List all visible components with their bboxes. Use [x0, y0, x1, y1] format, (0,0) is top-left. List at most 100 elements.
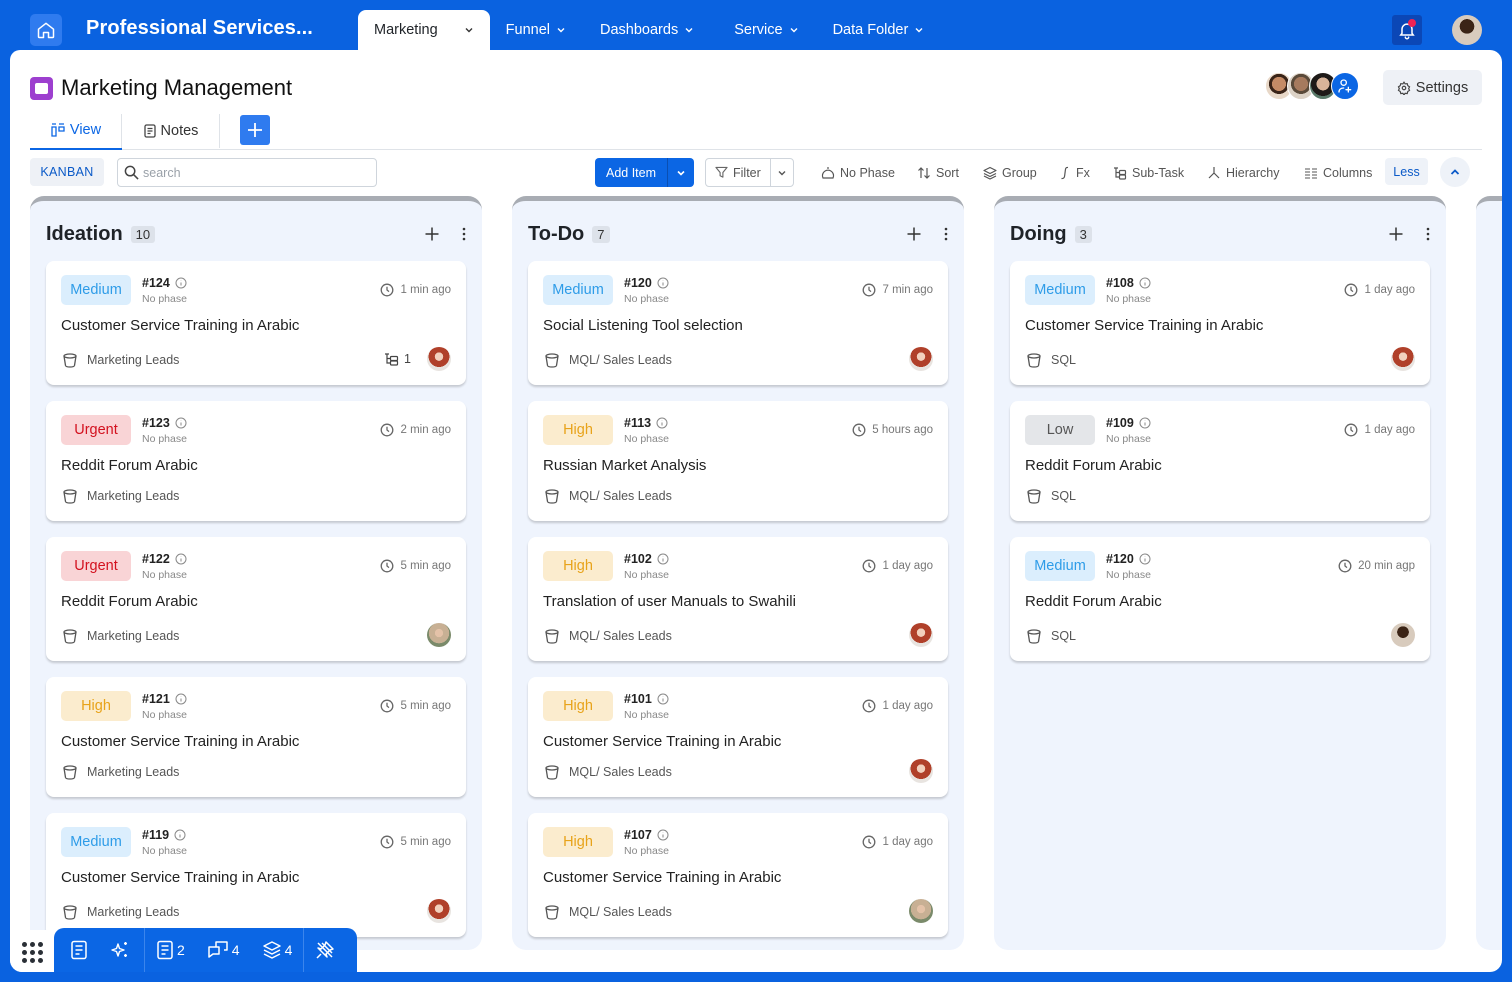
- add-card-button[interactable]: [906, 226, 922, 242]
- tab-notes[interactable]: Notes: [122, 112, 220, 150]
- info-icon[interactable]: [175, 553, 187, 565]
- priority-badge[interactable]: Medium: [1025, 551, 1095, 581]
- assignee-avatar[interactable]: [427, 899, 451, 923]
- sort-button[interactable]: Sort: [917, 158, 959, 187]
- card-title[interactable]: Customer Service Training in Arabic: [1025, 317, 1263, 334]
- assignee-avatar[interactable]: [427, 623, 451, 647]
- priority-badge[interactable]: High: [543, 827, 613, 857]
- column-title[interactable]: Ideation: [46, 223, 123, 246]
- add-member-button[interactable]: [1331, 72, 1359, 100]
- tab-view[interactable]: View: [30, 112, 122, 150]
- ai-button[interactable]: [99, 928, 144, 972]
- add-item-label[interactable]: Add Item: [595, 158, 669, 187]
- kanban-card[interactable]: Urgent #122 No phase 5 min ago Reddit Forum …: [46, 537, 466, 661]
- view-type-chip[interactable]: KANBAN: [30, 158, 104, 186]
- priority-badge[interactable]: Urgent: [61, 551, 131, 581]
- info-icon[interactable]: [656, 417, 668, 429]
- filter-dropdown[interactable]: [771, 159, 793, 186]
- priority-badge[interactable]: Medium: [1025, 275, 1095, 305]
- card-title[interactable]: Reddit Forum Arabic: [61, 457, 198, 474]
- document-button[interactable]: [54, 928, 99, 972]
- subtask-count[interactable]: 1: [384, 352, 411, 366]
- info-icon[interactable]: [657, 277, 669, 289]
- priority-badge[interactable]: High: [543, 691, 613, 721]
- priority-badge[interactable]: High: [61, 691, 131, 721]
- card-title[interactable]: Reddit Forum Arabic: [1025, 593, 1162, 610]
- column-menu-button[interactable]: [944, 227, 948, 241]
- info-icon[interactable]: [657, 829, 669, 841]
- member-avatars[interactable]: [1265, 72, 1359, 100]
- add-card-button[interactable]: [424, 226, 440, 242]
- kanban-card[interactable]: Medium #124 No phase 1 min ago Customer Serv…: [46, 261, 466, 385]
- collapse-toolbar-button[interactable]: [1440, 157, 1470, 187]
- assignee-avatar[interactable]: [909, 623, 933, 647]
- user-avatar[interactable]: [1452, 15, 1482, 45]
- no-phase-button[interactable]: No Phase: [821, 158, 895, 187]
- card-title[interactable]: Customer Service Training in Arabic: [61, 733, 299, 750]
- kanban-card[interactable]: Medium #108 No phase 1 day ago Customer Serv…: [1010, 261, 1430, 385]
- add-card-button[interactable]: [1388, 226, 1404, 242]
- search-input[interactable]: [143, 165, 363, 180]
- add-tab-button[interactable]: [240, 115, 270, 145]
- subtask-button[interactable]: Sub-Task: [1113, 158, 1184, 187]
- filter-button[interactable]: Filter: [705, 158, 794, 187]
- search-box[interactable]: [117, 158, 377, 187]
- card-title[interactable]: Social Listening Tool selection: [543, 317, 743, 334]
- kanban-card[interactable]: Medium #119 No phase 5 min ago Customer Serv…: [46, 813, 466, 937]
- card-title[interactable]: Russian Market Analysis: [543, 457, 706, 474]
- column-menu-button[interactable]: [1426, 227, 1430, 241]
- hierarchy-button[interactable]: Hierarchy: [1207, 158, 1280, 187]
- nav-funnel[interactable]: Funnel: [490, 10, 582, 50]
- assignee-avatar[interactable]: [1391, 623, 1415, 647]
- home-button[interactable]: [30, 14, 62, 46]
- kanban-card[interactable]: Low #109 No phase 1 day ago Reddit Forum Ara…: [1010, 401, 1430, 521]
- column-title[interactable]: To-Do: [528, 223, 584, 246]
- columns-button[interactable]: Columns: [1304, 158, 1372, 187]
- apps-grid-button[interactable]: [18, 938, 46, 966]
- card-title[interactable]: Customer Service Training in Arabic: [543, 869, 781, 886]
- nav-marketing[interactable]: Marketing: [358, 10, 490, 50]
- priority-badge[interactable]: Low: [1025, 415, 1095, 445]
- notifications-button[interactable]: [1392, 15, 1422, 45]
- priority-badge[interactable]: Medium: [543, 275, 613, 305]
- info-icon[interactable]: [175, 417, 187, 429]
- column-title[interactable]: Doing: [1010, 223, 1067, 246]
- info-icon[interactable]: [175, 693, 187, 705]
- assignee-avatar[interactable]: [909, 759, 933, 783]
- nav-data-folder[interactable]: Data Folder: [815, 10, 941, 50]
- column-menu-button[interactable]: [462, 227, 466, 241]
- kanban-card[interactable]: High #101 No phase 1 day ago Customer Servic…: [528, 677, 948, 797]
- assignee-avatar[interactable]: [909, 899, 933, 923]
- info-icon[interactable]: [175, 277, 187, 289]
- card-title[interactable]: Translation of user Manuals to Swahili: [543, 593, 796, 610]
- priority-badge[interactable]: High: [543, 415, 613, 445]
- info-icon[interactable]: [174, 829, 186, 841]
- nav-service[interactable]: Service: [710, 10, 814, 50]
- card-title[interactable]: Customer Service Training in Arabic: [61, 317, 299, 334]
- add-item-button[interactable]: Add Item: [595, 158, 695, 187]
- assignee-avatar[interactable]: [909, 347, 933, 371]
- notes-count-button[interactable]: 2: [145, 928, 196, 972]
- group-button[interactable]: Group: [983, 158, 1037, 187]
- priority-badge[interactable]: Medium: [61, 275, 131, 305]
- card-title[interactable]: Reddit Forum Arabic: [61, 593, 198, 610]
- layers-button[interactable]: 4: [251, 928, 304, 972]
- assignee-avatar[interactable]: [1391, 347, 1415, 371]
- priority-badge[interactable]: Medium: [61, 827, 131, 857]
- kanban-card[interactable]: Urgent #123 No phase 2 min ago Reddit Forum …: [46, 401, 466, 521]
- fx-button[interactable]: Fx: [1059, 158, 1090, 187]
- kanban-card[interactable]: High #102 No phase 1 day ago Translation of …: [528, 537, 948, 661]
- kanban-card[interactable]: High #107 No phase 1 day ago Customer Servic…: [528, 813, 948, 937]
- filter-main[interactable]: Filter: [706, 159, 771, 186]
- less-button[interactable]: Less: [1385, 158, 1428, 185]
- kanban-card[interactable]: High #113 No phase 5 hours ago Russian Marke…: [528, 401, 948, 521]
- info-icon[interactable]: [657, 553, 669, 565]
- settings-button[interactable]: Settings: [1383, 70, 1482, 105]
- priority-badge[interactable]: Urgent: [61, 415, 131, 445]
- nav-dashboards[interactable]: Dashboards: [582, 10, 710, 50]
- kanban-card[interactable]: High #121 No phase 5 min ago Customer Servic…: [46, 677, 466, 797]
- card-title[interactable]: Customer Service Training in Arabic: [61, 869, 299, 886]
- info-icon[interactable]: [1139, 553, 1151, 565]
- info-icon[interactable]: [1139, 417, 1151, 429]
- info-icon[interactable]: [657, 693, 669, 705]
